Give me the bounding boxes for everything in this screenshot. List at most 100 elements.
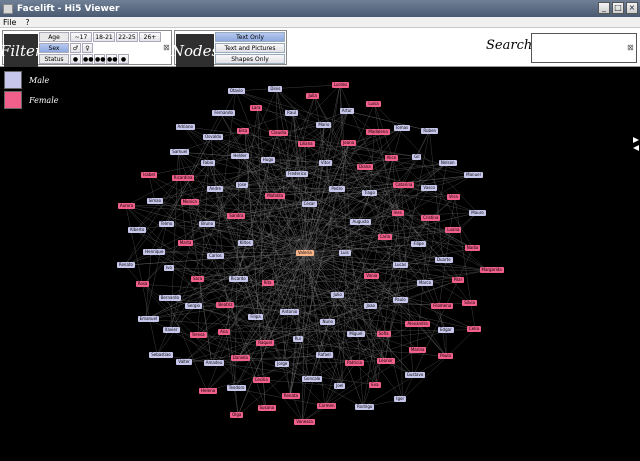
graph-node-luisa[interactable]: Luisa (366, 100, 381, 107)
graph-node-joao[interactable]: Joao (364, 302, 377, 309)
graph-node-fernando[interactable]: Fernando (212, 110, 235, 117)
graph-node-ana[interactable]: Ana (218, 328, 230, 335)
graph-node-mauro[interactable]: Mauro (469, 209, 486, 216)
graph-node-tomas[interactable]: Tomas (393, 125, 411, 132)
graph-node-adriano[interactable]: Adriano (175, 123, 195, 130)
graph-node-paula[interactable]: Paula (438, 353, 453, 360)
graph-node-margarida[interactable]: Margarida (479, 267, 504, 274)
graph-node-bernardo[interactable]: Bernardo (158, 295, 182, 302)
graph-node-hugo[interactable]: Hugo (260, 156, 276, 163)
minimize-icon[interactable]: _ (598, 2, 610, 14)
graph-node-pedro[interactable]: Pedro (329, 186, 345, 193)
graph-node-madalena[interactable]: Madalena (366, 129, 390, 136)
graph-node-andre[interactable]: Andre (207, 185, 224, 192)
graph-node-celia[interactable]: Celia (466, 326, 481, 333)
graph-node-rosa[interactable]: Rosa (135, 281, 150, 288)
age-option-18-21[interactable]: 18-21 (93, 32, 115, 42)
graph-node-telmo[interactable]: Telmo (158, 220, 175, 227)
graph-node-edgar[interactable]: Edgar (438, 327, 454, 334)
graph-node-carla[interactable]: Carla (377, 233, 393, 240)
graph-node-claudia[interactable]: Claudia (269, 130, 289, 137)
graph-node-aurora[interactable]: Aurora (117, 202, 136, 209)
graph-node-julio[interactable]: Julio (331, 291, 344, 298)
graph-node-luis[interactable]: Luis (338, 250, 351, 256)
graph-node-nuno[interactable]: Nuno (320, 319, 335, 326)
graph-node-xavier[interactable]: Xavier (162, 327, 180, 334)
graph-node-duarte[interactable]: Duarte (434, 256, 453, 263)
graph-node-fabio[interactable]: Fabio (200, 159, 216, 166)
graph-node-marco[interactable]: Marco (416, 280, 434, 287)
status-single-icon[interactable]: ● (70, 54, 81, 64)
graph-node-carmen[interactable]: Carmen (316, 402, 337, 409)
filter-clear-icon[interactable]: ⊠ (163, 43, 170, 52)
graph-node-marta[interactable]: Marta (177, 239, 194, 246)
graph-node-marina[interactable]: Marina (408, 346, 427, 353)
graph-node-catarina[interactable]: Catarina (393, 182, 415, 189)
graph-node-monica[interactable]: Monica (180, 198, 199, 205)
status-group-icon[interactable]: ●● (106, 54, 117, 64)
graph-node-sandra[interactable]: Sandra (227, 212, 246, 219)
nodes-shapes-only-option[interactable]: Shapes Only (215, 54, 285, 64)
graph-node-amadeu[interactable]: Amadeu (203, 360, 225, 367)
graph-node-sara[interactable]: Sara (190, 275, 205, 282)
graph-node-vanessa[interactable]: Vanessa (294, 418, 315, 425)
graph-node-beatriz[interactable]: Beatriz (216, 301, 235, 308)
graph-node-raquel[interactable]: Raquel (256, 340, 275, 347)
graph-node-cecilia[interactable]: Cecilia (252, 376, 270, 383)
graph-node-artur[interactable]: Artur (339, 108, 354, 115)
graph-node-jorge[interactable]: Jorge (275, 361, 290, 368)
menu-help[interactable]: ? (25, 18, 29, 27)
graph-node-raul[interactable]: Raul (285, 109, 298, 116)
graph-node-eva[interactable]: Eva (369, 381, 381, 388)
graph-node-tiago[interactable]: Tiago (362, 190, 377, 197)
nodes-text-only-option[interactable]: Text Only (215, 32, 285, 42)
graph-node-carlos[interactable]: Carlos (207, 253, 224, 260)
graph-node-renato[interactable]: Renato (116, 262, 135, 269)
graph-node-gil[interactable]: Gil (412, 154, 422, 161)
graph-node-patricia[interactable]: Patricia (345, 359, 364, 366)
graph-node-daniela[interactable]: Daniela (230, 354, 250, 361)
male-filter-icon[interactable]: ♂ (70, 43, 81, 53)
graph-node-helena[interactable]: Helena (199, 388, 218, 395)
graph-node-osvaldo[interactable]: Osvaldo (203, 134, 224, 141)
graph-node-sebastiao[interactable]: Sebastiao (149, 351, 173, 358)
graph-node-isabel[interactable]: Isabel (141, 172, 157, 179)
graph-node-alice[interactable]: Alice (384, 154, 399, 161)
graph-node-ivo[interactable]: Ivo (163, 265, 174, 272)
graph-node-dinis[interactable]: Dinis (268, 86, 283, 93)
graph-node-manuel[interactable]: Manuel (464, 172, 483, 179)
graph-node-center[interactable]: Valeria (296, 250, 314, 256)
graph-node-emanuel[interactable]: Emanuel (137, 316, 160, 323)
graph-node-nelson[interactable]: Nelson (438, 160, 457, 167)
graph-node-lara[interactable]: Lara (249, 105, 263, 112)
graph-node-lucas[interactable]: Lucas (392, 261, 409, 268)
graph-node-rita[interactable]: Rita (261, 280, 274, 287)
status-other-icon[interactable]: ● (118, 54, 129, 64)
graph-node-liliana[interactable]: Liliana (297, 141, 315, 148)
graph-node-igor[interactable]: Igor (394, 396, 407, 403)
graph-node-miguel[interactable]: Miguel (347, 331, 365, 338)
graph-node-renata[interactable]: Renata (281, 393, 300, 400)
age-option-26plus[interactable]: 26+ (139, 32, 161, 42)
status-married-icon[interactable]: ●● (94, 54, 105, 64)
graph-node-ricardo[interactable]: Ricardo (228, 276, 248, 283)
graph-node-valter[interactable]: Valter (176, 359, 192, 366)
graph-node-mafalda[interactable]: Mafalda (265, 193, 286, 200)
graph-node-teodoro[interactable]: Teodoro (226, 385, 247, 392)
graph-node-filipa[interactable]: Filipa (248, 314, 263, 321)
graph-node-susana[interactable]: Susana (257, 405, 277, 412)
graph-node-augusto[interactable]: Augusto (350, 218, 371, 225)
graph-node-joana[interactable]: Joana (341, 140, 357, 147)
graph-node-jose[interactable]: Jose (236, 182, 249, 189)
graph-node-mario[interactable]: Mario (316, 121, 332, 128)
status-couple-icon[interactable]: ●● (82, 54, 93, 64)
graph-node-helder[interactable]: Helder (231, 153, 249, 160)
graph-node-paulo[interactable]: Paulo (392, 296, 408, 303)
search-input[interactable] (531, 33, 637, 63)
graph-node-simao[interactable]: Simao (146, 197, 164, 204)
graph-node-otavio[interactable]: Otavio (227, 87, 245, 94)
graph-node-luana[interactable]: Luana (445, 227, 462, 234)
graph-node-ines[interactable]: Ines (391, 209, 404, 216)
graph-node-frederico[interactable]: Frederico (285, 170, 309, 177)
graph-node-sergio[interactable]: Sergio (185, 303, 202, 310)
